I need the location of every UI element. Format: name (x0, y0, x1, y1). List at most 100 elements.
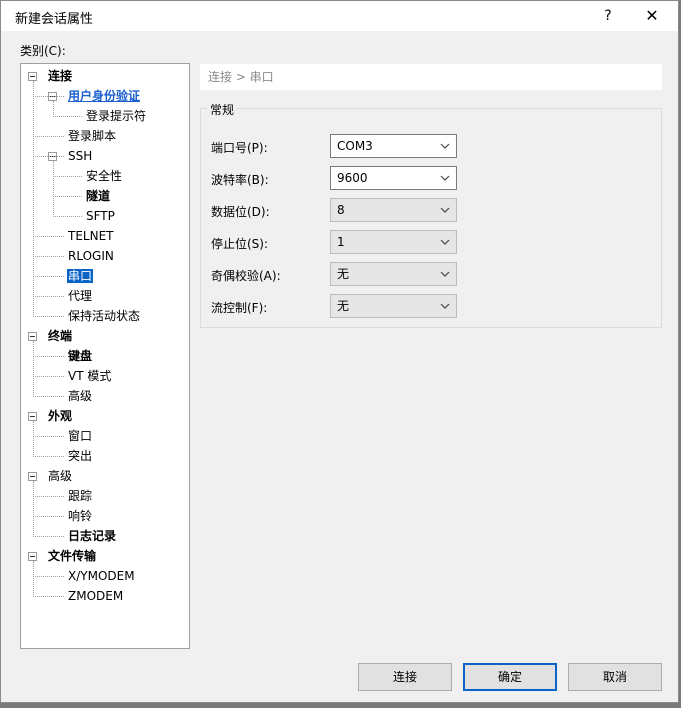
tree-item-label: 外观 (48, 409, 73, 423)
tree-item-label: 突出 (68, 449, 93, 463)
field-select[interactable]: 1 (330, 230, 457, 254)
tree-item[interactable]: 跟踪 (67, 487, 93, 505)
tree-item[interactable]: 响铃 (67, 507, 93, 525)
tree-item[interactable]: 键盘 (67, 347, 93, 365)
tree-connector (33, 576, 64, 577)
tree-item-label: 安全性 (86, 169, 123, 183)
tree-item-label: ZMODEM (68, 589, 124, 603)
tree-item-label: 隧道 (86, 189, 111, 203)
collapse-toggle-icon[interactable] (28, 412, 37, 421)
tree-item[interactable]: SSH (67, 147, 93, 165)
tree-connector (33, 156, 64, 157)
field-value: 无 (337, 267, 350, 281)
tree-item[interactable]: TELNET (67, 227, 115, 245)
chevron-down-icon (440, 207, 450, 213)
tree-item[interactable]: RLOGIN (67, 247, 115, 265)
tree-item[interactable]: X/YMODEM (67, 567, 136, 585)
tree-connector (33, 516, 64, 517)
tree-connector (33, 561, 34, 597)
tree-connector (33, 356, 64, 357)
tree-item-label: RLOGIN (68, 249, 114, 263)
tree-item[interactable]: 高级 (47, 467, 73, 485)
tree-item[interactable]: 串口 (67, 267, 94, 285)
tree-connector (53, 196, 82, 197)
tree-item-label: 高级 (48, 469, 73, 483)
tree-connector (33, 316, 64, 317)
tree-item[interactable]: SFTP (85, 207, 116, 225)
group-title: 常规 (207, 101, 238, 118)
field-value: 1 (337, 235, 345, 249)
tree-item[interactable]: ZMODEM (67, 587, 124, 605)
field-label: 端口号(P): (211, 141, 268, 155)
tree-connector (33, 496, 64, 497)
tree-item-label: 日志记录 (68, 529, 117, 543)
field-select[interactable]: 无 (330, 262, 457, 286)
tree-item[interactable]: 突出 (67, 447, 93, 465)
collapse-toggle-icon[interactable] (28, 332, 37, 341)
tree-item[interactable]: 日志记录 (67, 527, 117, 545)
tree-item[interactable]: 外观 (47, 407, 73, 425)
field-value: 9600 (337, 171, 368, 185)
breadcrumb: 连接 > 串口 (200, 64, 662, 90)
category-label: 类别(C): (20, 44, 66, 58)
tree-connector (33, 341, 34, 397)
tree-item-label: 登录提示符 (86, 109, 147, 123)
collapse-toggle-icon[interactable] (28, 72, 37, 81)
tree-item-label: 终端 (48, 329, 73, 343)
tree-item[interactable]: 代理 (67, 287, 93, 305)
tree-connector (33, 456, 64, 457)
tree-connector (53, 101, 54, 117)
connect-button[interactable]: 连接 (358, 663, 452, 691)
tree-item[interactable]: 文件传输 (47, 547, 97, 565)
chevron-down-icon (440, 303, 450, 309)
field-label: 波特率(B): (211, 173, 269, 187)
field-label: 奇偶校验(A): (211, 269, 281, 283)
help-button[interactable]: ? (593, 1, 623, 31)
field-select[interactable]: COM3 (330, 134, 457, 158)
tree-item[interactable]: 高级 (67, 387, 93, 405)
tree-connector (33, 596, 64, 597)
tree-item-label: 高级 (68, 389, 93, 403)
cancel-button[interactable]: 取消 (568, 663, 662, 691)
tree-item-label: 保持活动状态 (68, 309, 141, 323)
collapse-toggle-icon[interactable] (28, 552, 37, 561)
tree-connector (33, 96, 64, 97)
tree-item-label: 键盘 (68, 349, 93, 363)
tree-item[interactable]: VT 模式 (67, 367, 112, 385)
tree-connector (33, 236, 64, 237)
field-select[interactable]: 无 (330, 294, 457, 318)
dialog-window: 新建会话属性 ? ✕ 类别(C): 连接 用户身份验证 登录提示符 登录脚本 SSH 安全… (0, 0, 679, 703)
tree-connector (33, 256, 64, 257)
tree-item-label: X/YMODEM (68, 569, 135, 583)
tree-item[interactable]: 隧道 (85, 187, 111, 205)
tree-item[interactable]: 安全性 (85, 167, 123, 185)
field-label: 数据位(D): (211, 205, 270, 219)
field-value: COM3 (337, 139, 373, 153)
tree-item-label: 连接 (48, 69, 73, 83)
field-value: 无 (337, 299, 350, 313)
close-icon[interactable]: ✕ (637, 1, 667, 31)
tree-connector (33, 421, 34, 457)
tree-connector (33, 536, 64, 537)
tree-connector (53, 161, 54, 217)
tree-item[interactable]: 窗口 (67, 427, 93, 445)
field-select[interactable]: 9600 (330, 166, 457, 190)
chevron-down-icon (440, 143, 450, 149)
tree-item-label: 串口 (67, 269, 94, 283)
tree-item-label: 跟踪 (68, 489, 93, 503)
tree-item[interactable]: 连接 (47, 67, 73, 85)
category-tree[interactable]: 连接用户身份验证登录提示符登录脚本 SSH 安全性隧道 SFTP TELNET RLOGI… (20, 63, 190, 649)
tree-item[interactable]: 终端 (47, 327, 73, 345)
tree-item[interactable]: 登录脚本 (67, 127, 117, 145)
tree-connector (53, 116, 82, 117)
chevron-down-icon (440, 239, 450, 245)
tree-item[interactable]: 用户身份验证 (67, 87, 141, 105)
tree-connector (33, 296, 64, 297)
field-select[interactable]: 8 (330, 198, 457, 222)
tree-item[interactable]: 保持活动状态 (67, 307, 141, 325)
chevron-down-icon (440, 175, 450, 181)
tree-item[interactable]: 登录提示符 (85, 107, 147, 125)
title-bar: 新建会话属性 ? ✕ (1, 1, 678, 31)
ok-button[interactable]: 确定 (463, 663, 557, 691)
collapse-toggle-icon[interactable] (28, 472, 37, 481)
